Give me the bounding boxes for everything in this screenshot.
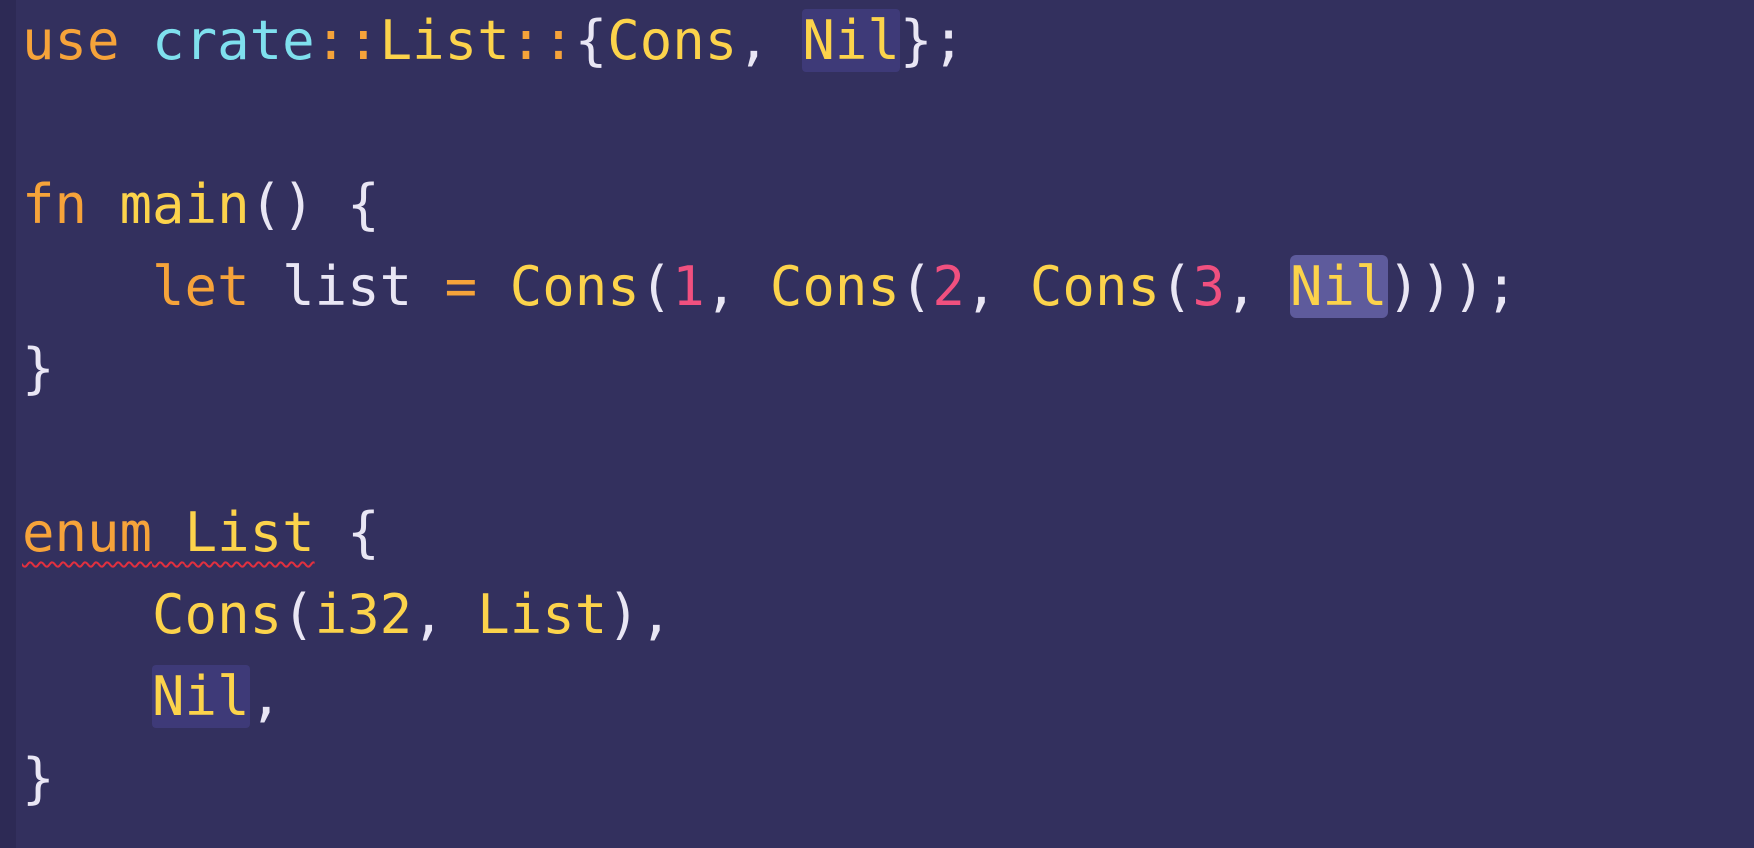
- code-line[interactable]: Cons(i32, List),: [22, 574, 1518, 656]
- code-token-ty: List: [477, 583, 608, 646]
- code-token-pun: {: [574, 9, 608, 72]
- code-token-fn: main: [119, 173, 250, 236]
- code-token-ty: List: [184, 501, 315, 564]
- code-token-ty: Nil: [1290, 255, 1388, 318]
- code-token-op: =: [444, 255, 478, 318]
- code-token-pun: ,: [1225, 255, 1291, 318]
- code-line[interactable]: enum List {: [22, 492, 1518, 574]
- code-token-pun: }: [22, 337, 55, 400]
- code-token-pun: ,: [737, 9, 803, 72]
- code-token-num: 3: [1192, 255, 1225, 318]
- code-line[interactable]: Nil,: [22, 656, 1518, 738]
- code-token-pun: ,: [704, 255, 770, 318]
- code-token-id: [22, 255, 152, 318]
- code-token-pun: ,: [964, 255, 1030, 318]
- code-token-ty: Cons: [769, 255, 900, 318]
- code-token-ty: Cons: [509, 255, 640, 318]
- code-line[interactable]: [22, 410, 1518, 492]
- code-line[interactable]: fn main() {: [22, 164, 1518, 246]
- code-token-num: 2: [932, 255, 965, 318]
- code-token-ty: Cons: [152, 583, 283, 646]
- code-token-ty: Cons: [1029, 255, 1160, 318]
- code-token-id: [120, 9, 153, 72]
- code-token-pun: };: [899, 9, 965, 72]
- code-token-pun: ),: [607, 583, 673, 646]
- code-token-id: [22, 583, 152, 646]
- code-token-id: [477, 255, 510, 318]
- code-token-pun: ,: [249, 665, 283, 728]
- code-token-pun: (: [282, 583, 315, 646]
- code-token-pun: (: [1159, 255, 1193, 318]
- code-token-kw: fn: [22, 173, 88, 236]
- editor-gutter: [0, 0, 16, 848]
- code-token-ty: Nil: [152, 665, 250, 728]
- code-token-pun: )));: [1387, 255, 1518, 318]
- code-token-pun: (: [899, 255, 933, 318]
- code-area[interactable]: use crate::List::{Cons, Nil}; fn main() …: [22, 0, 1518, 820]
- code-token-pun: () {: [249, 173, 380, 236]
- code-editor[interactable]: use crate::List::{Cons, Nil}; fn main() …: [0, 0, 1754, 848]
- code-token-id: [152, 501, 185, 564]
- code-token-mod: crate: [152, 9, 315, 72]
- code-token-pun: }: [22, 747, 55, 810]
- code-token-kw: let: [152, 255, 250, 318]
- code-token-ty: Nil: [802, 9, 900, 72]
- code-line[interactable]: let list = Cons(1, Cons(2, Cons(3, Nil))…: [22, 246, 1518, 328]
- code-line[interactable]: [22, 82, 1518, 164]
- code-token-kw: enum: [22, 501, 153, 564]
- code-token-pun: ,: [412, 583, 478, 646]
- code-token-ty: i32: [314, 583, 413, 646]
- code-token-pun: (: [639, 255, 673, 318]
- code-line[interactable]: use crate::List::{Cons, Nil};: [22, 0, 1518, 82]
- code-token-op: ::: [314, 9, 380, 72]
- code-line[interactable]: }: [22, 328, 1518, 410]
- code-token-id: list: [249, 255, 445, 318]
- code-token-num: 1: [672, 255, 705, 318]
- code-line[interactable]: }: [22, 738, 1518, 820]
- code-token-pun: {: [314, 501, 380, 564]
- code-token-id: [87, 173, 120, 236]
- code-token-kw: use: [22, 9, 120, 72]
- code-token-ty: List: [379, 9, 510, 72]
- code-token-op: ::: [509, 9, 575, 72]
- code-token-id: [22, 665, 152, 728]
- code-token-ty: Cons: [607, 9, 738, 72]
